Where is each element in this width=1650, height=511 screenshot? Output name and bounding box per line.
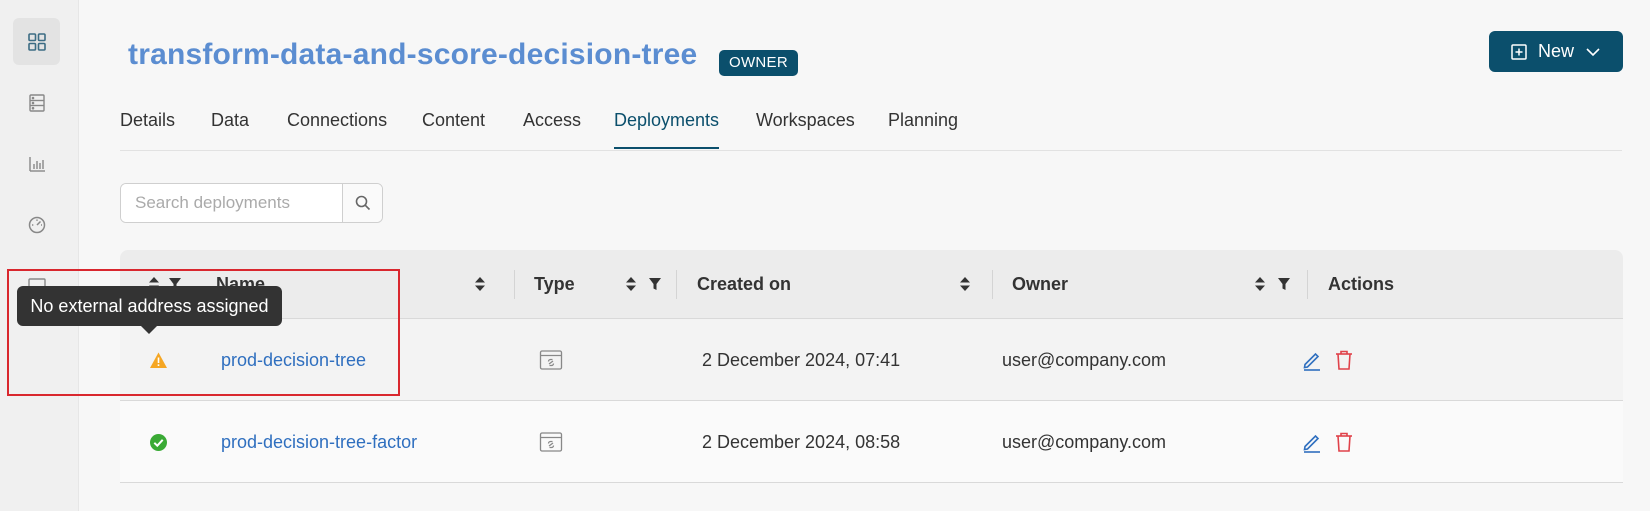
- owner-sort-icon[interactable]: [1251, 274, 1269, 294]
- type-sort-icon[interactable]: [622, 274, 640, 294]
- new-button-label: New: [1537, 41, 1574, 61]
- search-input[interactable]: [121, 184, 342, 222]
- tab-connections[interactable]: Connections: [287, 110, 387, 147]
- owner-cell: user@company.com: [1002, 431, 1166, 452]
- web-service-icon: [539, 350, 563, 370]
- page-title: transform-data-and-score-decision-tree: [128, 38, 698, 71]
- dashboard-grid-icon[interactable]: [13, 18, 60, 65]
- tooltip-arrow: [141, 326, 157, 334]
- edit-pencil-icon[interactable]: [1301, 431, 1323, 453]
- column-divider: [992, 270, 993, 299]
- deployment-name-link[interactable]: prod-decision-tree: [221, 319, 366, 401]
- tab-content[interactable]: Content: [422, 110, 485, 147]
- web-service-icon: [539, 432, 563, 452]
- plus-square-icon: [1511, 43, 1527, 60]
- bar-chart-icon[interactable]: [13, 140, 60, 187]
- tab-planning[interactable]: Planning: [888, 110, 958, 147]
- deployments-table: Name Type Created on Owner Actions prod-…: [120, 250, 1623, 483]
- table-header: Name Type Created on Owner Actions: [120, 250, 1623, 319]
- delete-trash-icon[interactable]: [1333, 431, 1355, 453]
- created-sort-icon[interactable]: [956, 274, 974, 294]
- column-divider: [676, 270, 677, 299]
- created-on-cell: 2 December 2024, 07:41: [702, 349, 901, 370]
- created-on-cell: 2 December 2024, 08:58: [702, 431, 901, 452]
- owner-filter-icon[interactable]: [1275, 274, 1293, 294]
- chevron-down-icon: [1586, 47, 1600, 56]
- tab-bar: Details Data Connections Content Access …: [120, 100, 1622, 151]
- owner-cell: user@company.com: [1002, 349, 1166, 370]
- column-divider: [1307, 270, 1308, 299]
- main-content: transform-data-and-score-decision-tree O…: [79, 0, 1650, 511]
- warning-icon[interactable]: [149, 351, 168, 370]
- column-divider: [514, 270, 515, 299]
- name-sort-icon[interactable]: [471, 274, 489, 294]
- table-row: prod-decision-tree-factor 2 December 202…: [120, 401, 1623, 483]
- edit-pencil-icon[interactable]: [1301, 349, 1323, 371]
- new-button[interactable]: New: [1489, 31, 1623, 72]
- owner-badge: OWNER: [719, 50, 798, 76]
- tab-deployments[interactable]: Deployments: [614, 110, 720, 149]
- table-row: prod-decision-tree 2 December 2024, 07:4…: [120, 319, 1623, 401]
- status-tooltip: No external address assigned: [17, 286, 282, 326]
- gauge-icon[interactable]: [13, 201, 60, 248]
- column-owner-header: Owner: [1012, 274, 1069, 294]
- deployment-name-link[interactable]: prod-decision-tree-factor: [221, 401, 417, 483]
- type-filter-icon[interactable]: [646, 274, 664, 294]
- column-actions-header: Actions: [1328, 274, 1395, 294]
- tab-access[interactable]: Access: [523, 110, 581, 147]
- column-created-header: Created on: [697, 274, 792, 294]
- left-sidebar: [0, 0, 79, 511]
- search-icon: [355, 195, 370, 211]
- delete-trash-icon[interactable]: [1333, 349, 1355, 371]
- tab-data[interactable]: Data: [211, 110, 249, 147]
- tab-workspaces[interactable]: Workspaces: [756, 110, 855, 147]
- success-check-icon[interactable]: [149, 433, 168, 452]
- search-button[interactable]: [342, 184, 382, 222]
- search-box: [120, 183, 383, 223]
- tab-details[interactable]: Details: [120, 110, 175, 147]
- column-type-header: Type: [534, 274, 575, 294]
- server-list-icon[interactable]: [13, 79, 60, 126]
